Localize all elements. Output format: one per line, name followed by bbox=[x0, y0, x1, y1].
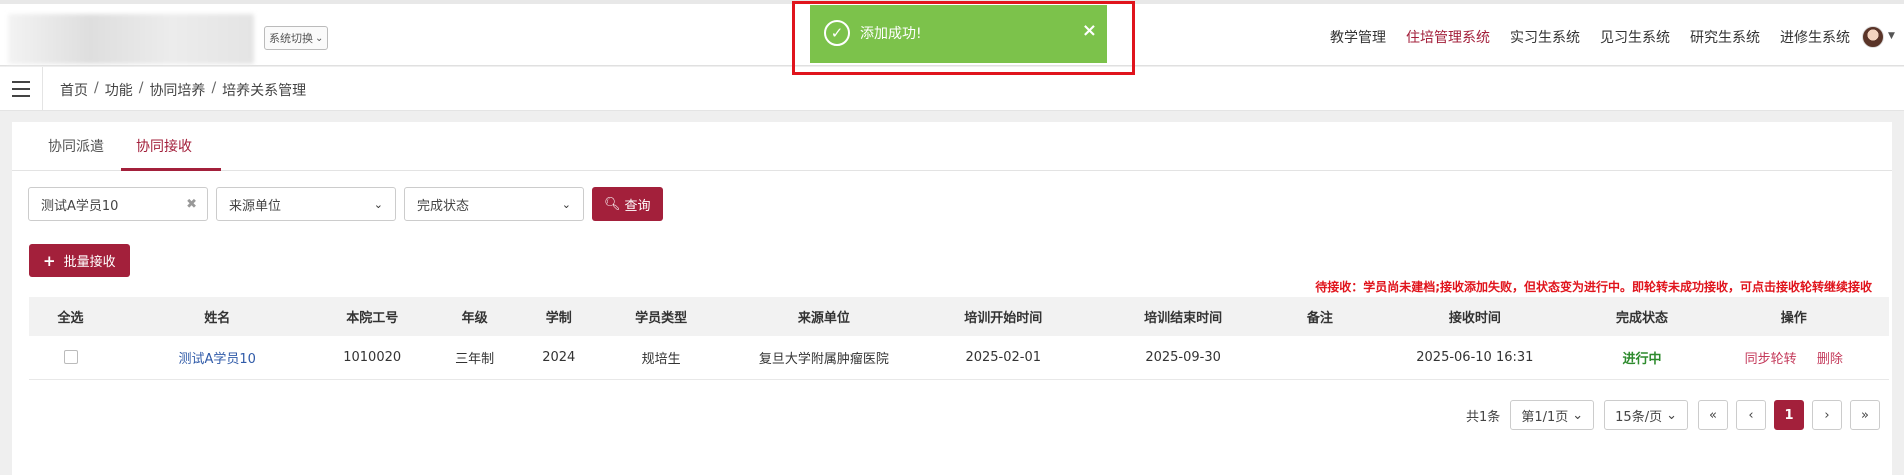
table-row: 测试A学员10 1010020 三年制 2024 规培生 复旦大学附属肿瘤医院 … bbox=[29, 336, 1889, 379]
start-cell: 2025-02-01 bbox=[965, 349, 1041, 365]
breadcrumb-separator: / bbox=[211, 80, 217, 96]
nav-item-teaching[interactable]: 教学管理 bbox=[1330, 27, 1386, 47]
status-select[interactable]: 完成状态 ⌄ bbox=[404, 187, 584, 221]
breadcrumb-home[interactable]: 首页 bbox=[60, 80, 88, 100]
name-cell: 测试A学员10 bbox=[112, 336, 322, 379]
tab-dispatch[interactable]: 协同派遣 bbox=[48, 136, 104, 156]
actions-cell: 同步轮转 删除 bbox=[1698, 336, 1889, 379]
chevron-down-icon: ⌄ bbox=[1666, 407, 1677, 423]
total-count: 共1条 bbox=[1466, 409, 1501, 425]
relation-table: 全选 姓名 本院工号 年级 学制 学员类型 来源单位 培训开始时间 培训结束时间… bbox=[29, 297, 1889, 380]
row-checkbox-cell bbox=[29, 336, 112, 379]
notice-text: 待接收：学员尚未建档;接收添加失败，但状态变为进行中。即轮转未成功接收，可点击接… bbox=[1315, 280, 1872, 294]
col-type: 学员类型 bbox=[635, 311, 688, 326]
student-name-link[interactable]: 测试A学员10 bbox=[178, 352, 255, 367]
tab-bar: 协同派遣 协同接收 bbox=[12, 122, 1892, 171]
received-at-cell: 2025-06-10 16:31 bbox=[1416, 349, 1534, 365]
row-checkbox[interactable] bbox=[63, 350, 78, 365]
table-header-row: 全选 姓名 本院工号 年级 学制 学员类型 来源单位 培训开始时间 培训结束时间… bbox=[29, 297, 1889, 336]
sync-rotation-link[interactable]: 同步轮转 bbox=[1745, 352, 1797, 367]
source-cell: 复旦大学附属肿瘤医院 bbox=[758, 351, 889, 367]
delete-link[interactable]: 删除 bbox=[1817, 352, 1843, 367]
page-info-label: 第1/1页 bbox=[1521, 409, 1569, 425]
page-size-select[interactable]: 15条/页 ⌄ bbox=[1604, 400, 1688, 430]
chevron-down-icon: ⌄ bbox=[1572, 407, 1584, 423]
system-switch-label: 系统切换 bbox=[269, 32, 313, 45]
col-end: 培训结束时间 bbox=[1144, 311, 1223, 326]
chevron-down-icon: ⌄ bbox=[561, 197, 571, 211]
divider bbox=[42, 67, 43, 111]
nav-item-graduate[interactable]: 研究生系统 bbox=[1690, 27, 1760, 47]
nav-item-residency[interactable]: 住培管理系统 bbox=[1406, 27, 1490, 47]
menu-toggle-icon[interactable] bbox=[12, 81, 30, 97]
chevron-down-icon: ⌄ bbox=[373, 197, 383, 211]
system-switch-select[interactable]: 系统切换 ⌄ bbox=[264, 26, 329, 50]
search-icon: 🔍︎ bbox=[604, 196, 621, 212]
status-placeholder: 完成状态 bbox=[417, 198, 470, 214]
plus-icon: + bbox=[43, 251, 56, 270]
pagination: 共1条 第1/1页 ⌄ 15条/页 ⌄ « ‹ 1 › » bbox=[1466, 400, 1880, 430]
next-page-button[interactable]: › bbox=[1812, 400, 1842, 430]
nav-item-advanced-study[interactable]: 进修生系统 bbox=[1780, 27, 1850, 47]
batch-receive-label: 批量接收 bbox=[63, 255, 116, 270]
col-system: 学制 bbox=[545, 311, 572, 326]
nav-item-intern[interactable]: 实习生系统 bbox=[1510, 27, 1580, 47]
nav-item-trainee[interactable]: 见习生系统 bbox=[1600, 27, 1670, 47]
col-actions: 操作 bbox=[1780, 311, 1807, 326]
col-staff-no: 本院工号 bbox=[346, 311, 399, 326]
batch-receive-button[interactable]: + 批量接收 bbox=[29, 244, 130, 277]
breadcrumb-separator: / bbox=[138, 80, 144, 96]
highlight-frame bbox=[792, 1, 1135, 75]
current-page-button[interactable]: 1 bbox=[1774, 400, 1804, 430]
status-badge: 进行中 bbox=[1622, 351, 1662, 367]
source-unit-placeholder: 来源单位 bbox=[229, 198, 282, 214]
end-cell: 2025-09-30 bbox=[1145, 349, 1221, 365]
page-buttons: « ‹ 1 › » bbox=[1698, 400, 1880, 430]
logo bbox=[8, 14, 254, 64]
col-status: 完成状态 bbox=[1616, 311, 1669, 326]
col-received-at: 接收时间 bbox=[1448, 311, 1501, 326]
page-info-select[interactable]: 第1/1页 ⌄ bbox=[1510, 400, 1595, 430]
chevron-down-icon: ⌄ bbox=[315, 32, 324, 44]
breadcrumb-function[interactable]: 功能 bbox=[105, 80, 133, 100]
breadcrumb-separator: / bbox=[94, 80, 99, 96]
breadcrumb-collab[interactable]: 协同培养 bbox=[149, 80, 205, 100]
name-search-value: 测试A学员10 bbox=[41, 198, 119, 214]
system-cell: 2024 bbox=[542, 349, 576, 365]
col-start: 培训开始时间 bbox=[964, 311, 1043, 326]
filter-bar: 测试A学员10 ✖ 来源单位 ⌄ 完成状态 ⌄ 🔍︎ 查询 bbox=[28, 187, 663, 221]
staff-no-cell: 1010020 bbox=[343, 349, 402, 365]
prev-page-button[interactable]: ‹ bbox=[1736, 400, 1766, 430]
source-unit-select[interactable]: 来源单位 ⌄ bbox=[216, 187, 396, 221]
query-label: 查询 bbox=[624, 198, 651, 214]
name-search-input[interactable]: 测试A学员10 ✖ bbox=[28, 187, 208, 221]
grade-cell: 三年制 bbox=[455, 351, 495, 367]
first-page-button[interactable]: « bbox=[1698, 400, 1728, 430]
caret-down-icon[interactable]: ▼ bbox=[1888, 31, 1895, 41]
avatar[interactable] bbox=[1862, 26, 1884, 48]
remark-cell bbox=[1276, 336, 1365, 379]
breadcrumb: 首页 / 功能 / 协同培养 / 培养关系管理 bbox=[60, 80, 306, 100]
active-tab-indicator bbox=[121, 168, 221, 171]
type-cell: 规培生 bbox=[641, 351, 681, 367]
tab-receive[interactable]: 协同接收 bbox=[136, 136, 192, 156]
query-button[interactable]: 🔍︎ 查询 bbox=[592, 187, 663, 221]
last-page-button[interactable]: » bbox=[1850, 400, 1880, 430]
col-name: 姓名 bbox=[204, 311, 231, 326]
breadcrumb-current: 培养关系管理 bbox=[222, 83, 307, 99]
main-panel: 协同派遣 协同接收 测试A学员10 ✖ 来源单位 ⌄ 完成状态 ⌄ 🔍︎ 查询 … bbox=[12, 122, 1892, 475]
page-size-label: 15条/页 bbox=[1615, 409, 1663, 425]
col-source: 来源单位 bbox=[797, 311, 850, 326]
col-grade: 年级 bbox=[461, 311, 488, 326]
status-cell: 进行中 bbox=[1586, 336, 1699, 379]
clear-icon[interactable]: ✖ bbox=[186, 197, 197, 212]
col-remark: 备注 bbox=[1306, 311, 1333, 326]
col-select-all[interactable]: 全选 bbox=[29, 297, 112, 336]
top-nav: 教学管理 住培管理系统 实习生系统 见习生系统 研究生系统 进修生系统 bbox=[1330, 22, 1850, 52]
